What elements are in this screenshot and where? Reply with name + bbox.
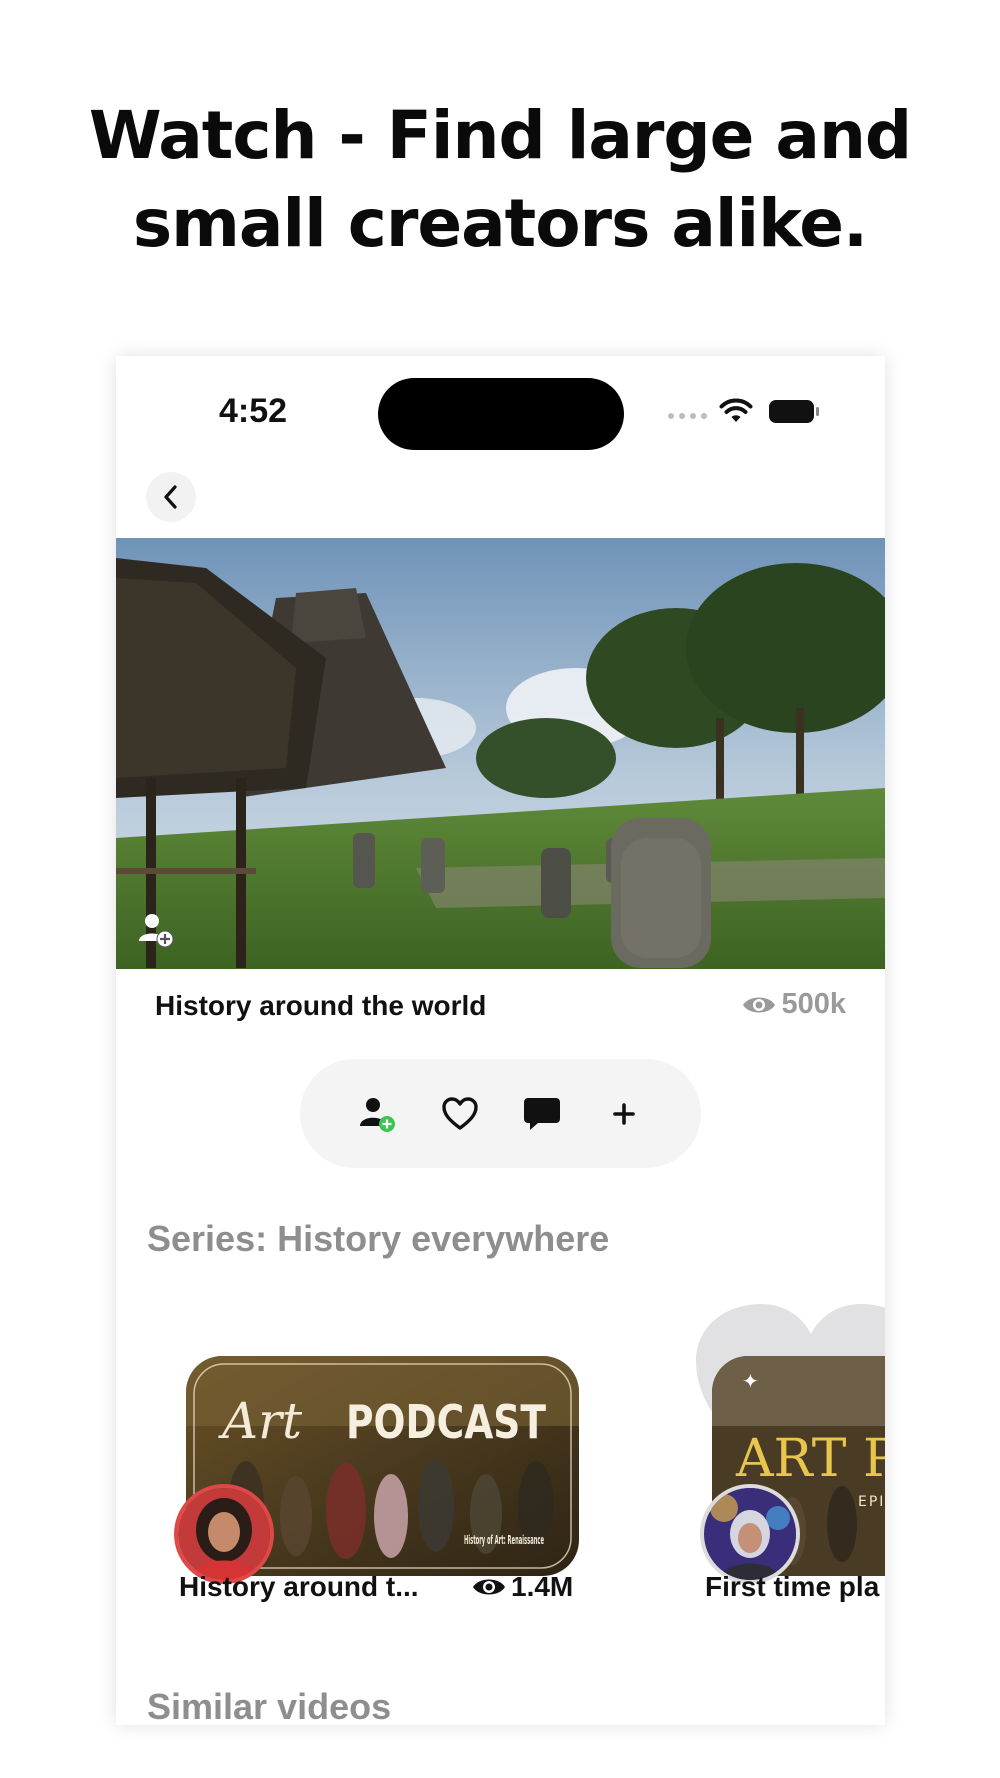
chevron-left-icon bbox=[164, 485, 177, 509]
series-thumb-script: Art bbox=[218, 1392, 303, 1450]
series-thumb-subtitle: EPIS bbox=[858, 1494, 885, 1510]
video-views-value: 500k bbox=[781, 988, 846, 1020]
user-add-icon bbox=[359, 1097, 395, 1132]
series-thumb-title: PODCAST bbox=[346, 1395, 547, 1449]
back-button[interactable] bbox=[146, 472, 196, 522]
like-button[interactable] bbox=[436, 1090, 484, 1138]
video-thumbnail-image bbox=[116, 538, 885, 969]
video-action-bar bbox=[300, 1059, 701, 1168]
follow-button[interactable] bbox=[354, 1090, 402, 1138]
eye-icon bbox=[473, 1579, 505, 1595]
eye-icon bbox=[743, 997, 776, 1012]
video-title: History around the world bbox=[155, 990, 487, 1021]
series-carousel[interactable]: Art PODCAST History of Art: Renaissance … bbox=[116, 1296, 885, 1626]
signal-icon bbox=[668, 413, 707, 419]
user-add-icon bbox=[139, 914, 174, 948]
follow-creator-button[interactable] bbox=[134, 908, 178, 952]
creator-avatar[interactable] bbox=[700, 1484, 800, 1584]
video-view-count: 500k bbox=[741, 988, 846, 1021]
comment-icon bbox=[523, 1097, 560, 1130]
video-player[interactable] bbox=[116, 538, 885, 969]
wifi-icon bbox=[719, 398, 753, 422]
battery-icon bbox=[769, 400, 819, 423]
heart-icon bbox=[441, 1096, 478, 1130]
svg-text:✦: ✦ bbox=[742, 1369, 759, 1393]
dynamic-island bbox=[378, 378, 624, 450]
avatar-image bbox=[704, 1488, 796, 1580]
avatar-image bbox=[178, 1488, 270, 1580]
promo-headline: Watch - Find large and small creators al… bbox=[0, 92, 1000, 268]
creator-avatar[interactable] bbox=[174, 1484, 274, 1584]
promo-headline-line-2: small creators alike. bbox=[132, 185, 868, 262]
series-card-title: History around t... bbox=[179, 1571, 419, 1602]
series-thumb-subtitle: History of Art: Renaissance bbox=[464, 1533, 544, 1547]
series-card-views: 1.4M bbox=[471, 1571, 573, 1603]
series-thumb-title: ART PO bbox=[735, 1429, 885, 1489]
comment-button[interactable] bbox=[518, 1090, 566, 1138]
add-to-list-button[interactable] bbox=[600, 1090, 648, 1138]
similar-videos-heading: Similar videos bbox=[147, 1686, 392, 1725]
promo-headline-line-1: Watch - Find large and bbox=[88, 97, 912, 174]
series-card-views-value: 1.4M bbox=[511, 1571, 574, 1602]
series-card-title: First time pla bbox=[705, 1571, 880, 1602]
phone-screen: 4:52 History around the world 500k Serie… bbox=[116, 356, 885, 1725]
series-heading: Series: History everywhere bbox=[147, 1218, 610, 1259]
status-time: 4:52 bbox=[219, 392, 288, 430]
plus-icon bbox=[612, 1102, 635, 1125]
